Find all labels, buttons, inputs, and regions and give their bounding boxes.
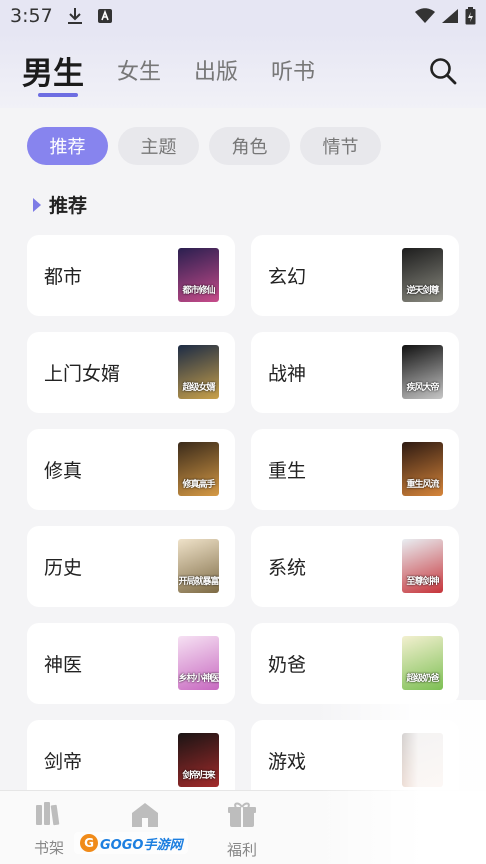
download-icon — [67, 7, 83, 25]
book-cover-title: 至尊剑神 — [406, 577, 439, 587]
watermark-text: GOGO手游网 — [100, 837, 183, 853]
book-cover-title: 重生风流 — [406, 480, 439, 490]
chip-role[interactable]: 角色 — [209, 127, 290, 165]
chip-theme[interactable]: 主题 — [118, 127, 199, 165]
book-cover-image: 至尊剑神 — [402, 539, 443, 593]
book-cover-image: 超级奶爸 — [402, 636, 443, 690]
status-time: 3:57 — [10, 5, 53, 27]
category-label: 都市 — [44, 266, 83, 288]
chip-plot[interactable]: 情节 — [300, 127, 381, 165]
tab-audio[interactable]: 听书 — [271, 54, 315, 86]
home-icon — [130, 801, 160, 833]
book-cover-image: 都市修仙 — [178, 248, 219, 302]
category-label: 历史 — [44, 557, 83, 579]
book-cover-title: 逆天剑尊 — [406, 286, 439, 296]
signal-icon — [441, 8, 459, 24]
nav-welfare-label: 福利 — [226, 841, 257, 859]
wifi-icon — [415, 8, 435, 24]
book-cover-image: 剑帝归来 — [178, 733, 219, 787]
category-label: 神医 — [44, 654, 83, 676]
book-cover-title: 开局就暴富 — [178, 577, 219, 587]
category-label: 剑帝 — [44, 751, 83, 773]
category-card[interactable]: 都市都市修仙 — [27, 235, 235, 316]
nav-bookshelf-label: 书架 — [33, 839, 64, 857]
category-card[interactable]: 剑帝剑帝归来 — [27, 720, 235, 801]
a-badge-icon — [97, 8, 113, 24]
status-bar: 3:57 — [0, 0, 486, 32]
nav-welfare[interactable]: 福利 — [212, 801, 272, 860]
book-cover-image: 疾风大帝 — [402, 345, 443, 399]
book-cover-image: 乡村小神医 — [178, 636, 219, 690]
section-title: 推荐 — [33, 191, 87, 218]
book-cover-image: 逆天剑尊 — [402, 248, 443, 302]
category-label: 战神 — [268, 363, 307, 385]
category-card[interactable]: 玄幻逆天剑尊 — [251, 235, 459, 316]
chip-recommend[interactable]: 推荐 — [27, 127, 108, 165]
category-label: 系统 — [268, 557, 307, 579]
book-cover-image: 开局就暴富 — [178, 539, 219, 593]
book-cover-title: 修真高手 — [182, 480, 215, 490]
book-cover-title: 乡村小神医 — [178, 674, 219, 684]
watermark-badge: G — [80, 834, 98, 852]
bookshelf-icon — [34, 801, 64, 831]
section-title-label: 推荐 — [49, 195, 88, 217]
book-cover-title: 都市修仙 — [182, 286, 215, 296]
category-card[interactable]: 系统至尊剑神 — [251, 526, 459, 607]
search-icon[interactable] — [428, 56, 458, 86]
book-cover-image: 修真高手 — [178, 442, 219, 496]
category-label: 玄幻 — [268, 266, 307, 288]
category-card[interactable]: 重生重生风流 — [251, 429, 459, 510]
book-cover-image: 重生风流 — [402, 442, 443, 496]
category-label: 修真 — [44, 460, 83, 482]
gift-icon — [227, 801, 257, 833]
nav-bookshelf[interactable]: 书架 — [19, 801, 79, 858]
tab-publish[interactable]: 出版 — [194, 54, 238, 86]
book-cover-title: 超级奶爸 — [406, 674, 439, 684]
category-card[interactable]: 神医乡村小神医 — [27, 623, 235, 704]
category-card[interactable]: 历史开局就暴富 — [27, 526, 235, 607]
book-cover-title: 超级女婿 — [182, 383, 215, 393]
watermark: G GOGO手游网 — [74, 832, 189, 854]
category-card[interactable]: 上门女婿超级女婿 — [27, 332, 235, 413]
book-cover-image: 超级女婿 — [178, 345, 219, 399]
category-card[interactable]: 奶爸超级奶爸 — [251, 623, 459, 704]
tab-male[interactable]: 男生 — [22, 48, 84, 97]
category-card[interactable]: 修真修真高手 — [27, 429, 235, 510]
bottom-nav: 书架 福利 — [0, 790, 486, 864]
category-card[interactable]: 游戏 — [251, 720, 459, 801]
top-nav: 男生 女生 出版 听书 — [0, 32, 486, 108]
book-cover-title: 剑帝归来 — [182, 771, 215, 781]
category-label: 上门女婿 — [44, 363, 121, 385]
category-label: 奶爸 — [268, 654, 307, 676]
triangle-marker-icon — [33, 197, 41, 212]
book-cover-image — [402, 733, 443, 787]
filter-chips: 推荐 主题 角色 情节 — [27, 127, 381, 165]
category-grid: 都市 都市修仙 玄幻 逆天剑尊 上门女婿 超级女婿 战神 疾风大帝 修真 修真高手 重生 重生风流 历史… — [27, 235, 459, 801]
category-card[interactable]: 战神疾风大帝 — [251, 332, 459, 413]
tab-female[interactable]: 女生 — [117, 54, 161, 86]
category-label: 重生 — [268, 460, 307, 482]
category-label: 游戏 — [268, 751, 307, 773]
book-cover-title: 疾风大帝 — [406, 383, 439, 393]
battery-icon — [465, 7, 476, 25]
